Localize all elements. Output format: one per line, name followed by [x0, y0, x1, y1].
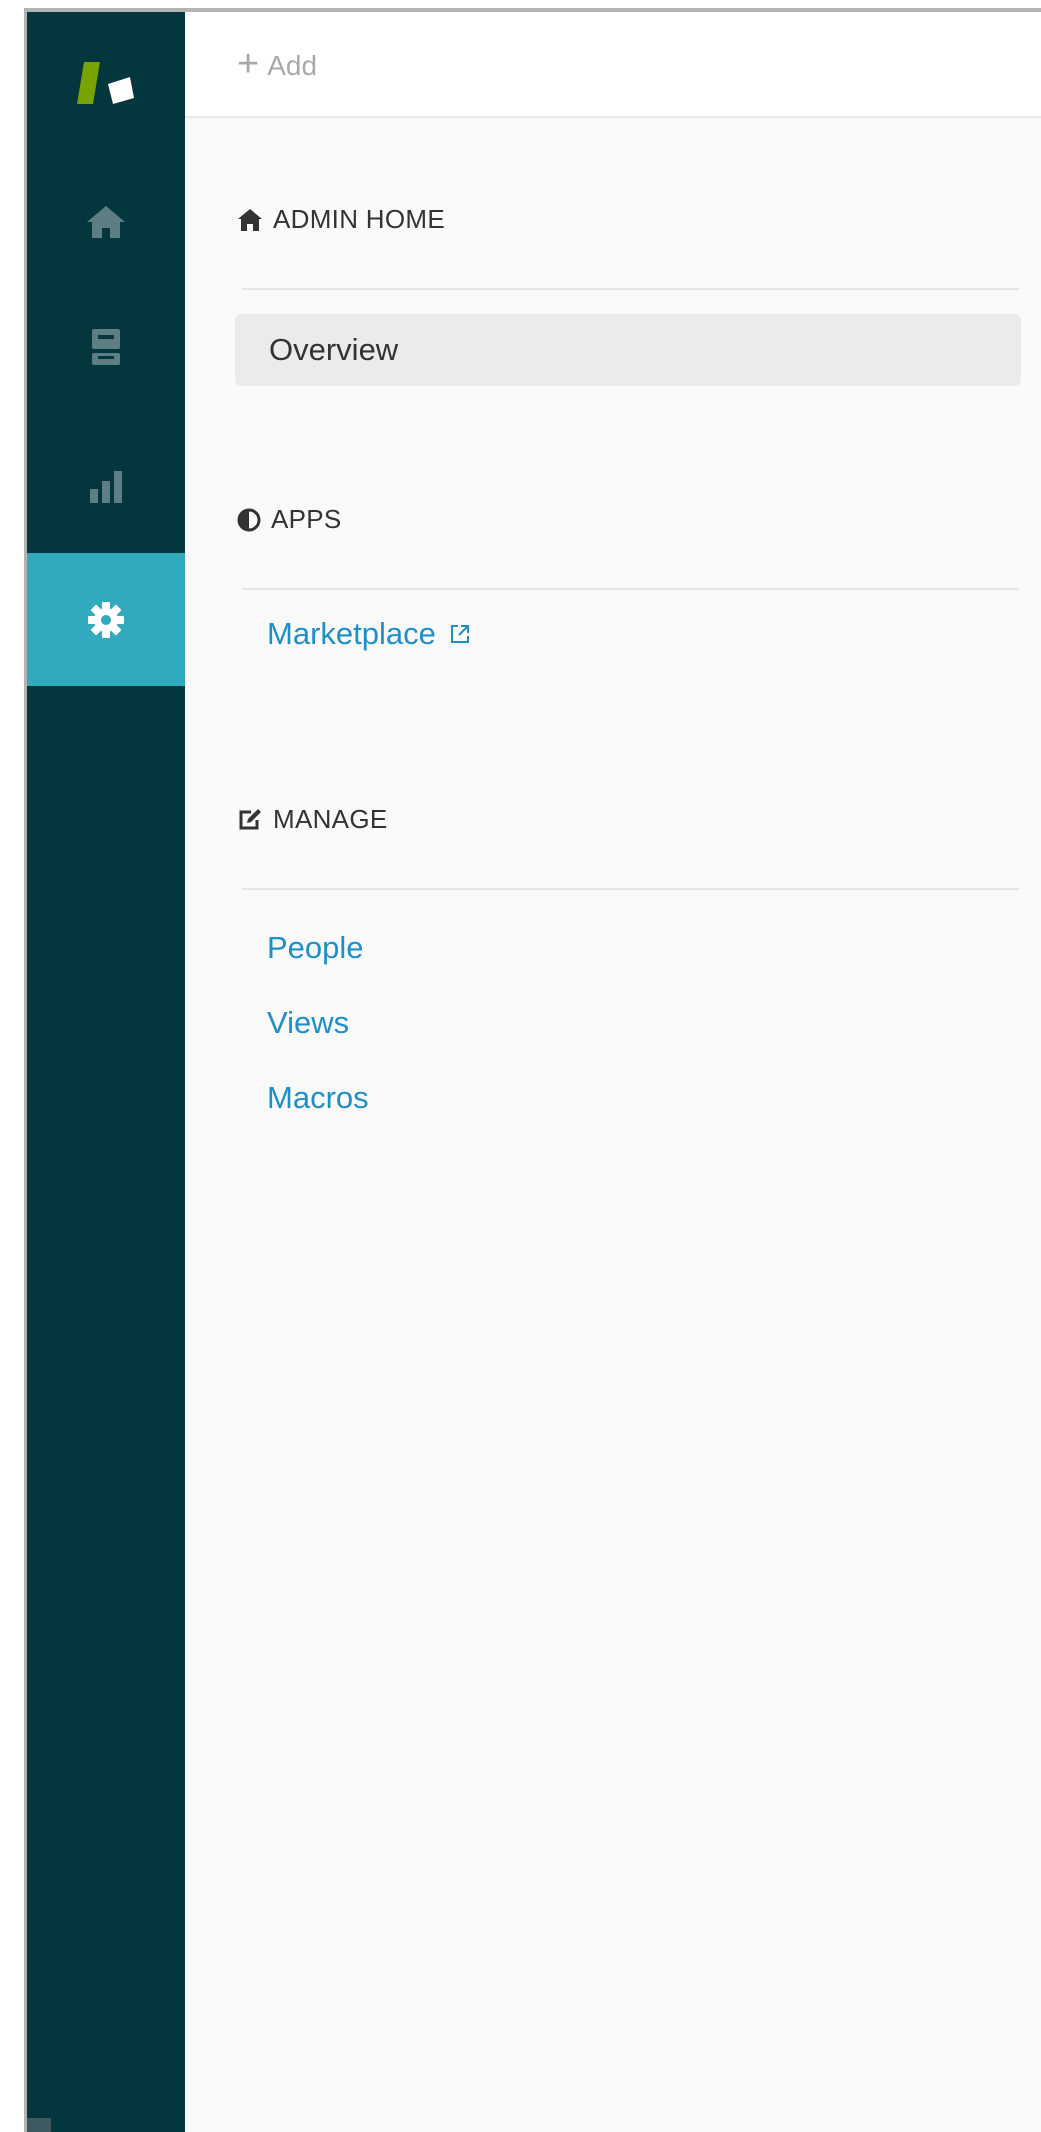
section-title: ADMIN HOME	[273, 204, 445, 234]
link-label: Views	[267, 1005, 350, 1040]
gear-icon	[88, 601, 124, 638]
divider	[242, 588, 1019, 590]
plus-icon: +	[237, 43, 260, 85]
half-circle-icon	[237, 508, 261, 531]
home-icon	[238, 208, 262, 231]
macros-link[interactable]: Macros	[267, 1080, 369, 1116]
nav-item-label: Overview	[269, 332, 399, 367]
nav-admin[interactable]	[27, 553, 185, 686]
nav-views[interactable]	[27, 302, 185, 392]
views-icon	[92, 329, 120, 365]
views-link[interactable]: Views	[267, 1005, 349, 1041]
divider	[242, 888, 1019, 890]
home-icon	[87, 206, 125, 238]
section-admin-home: ADMIN HOME	[237, 204, 445, 235]
marketplace-link[interactable]: Marketplace	[267, 616, 472, 652]
logo-icon	[77, 62, 134, 104]
section-apps: APPS	[237, 504, 342, 535]
link-label: Marketplace	[267, 616, 436, 651]
add-label: Add	[267, 50, 318, 81]
nav-reporting[interactable]	[27, 442, 185, 532]
nav-home[interactable]	[27, 182, 185, 262]
section-title: MANAGE	[273, 804, 388, 834]
link-label: People	[267, 930, 364, 965]
bar-chart-icon	[90, 471, 122, 503]
edit-icon	[239, 808, 261, 829]
external-link-icon	[450, 625, 469, 643]
nav-rail	[27, 12, 185, 2132]
divider	[242, 288, 1019, 290]
nav-item-overview[interactable]: Overview	[235, 314, 1021, 386]
top-bar: + Add	[185, 12, 1041, 118]
zendesk-logo[interactable]	[27, 46, 185, 120]
admin-panel: ADMIN HOME Overview APPS Marketplace MAN…	[185, 118, 1041, 2132]
rail-corner	[27, 2118, 51, 2132]
link-label: Macros	[267, 1080, 369, 1115]
section-title: APPS	[271, 504, 342, 534]
people-link[interactable]: People	[267, 930, 364, 966]
add-button[interactable]: + Add	[237, 43, 318, 86]
section-manage: MANAGE	[237, 804, 387, 835]
